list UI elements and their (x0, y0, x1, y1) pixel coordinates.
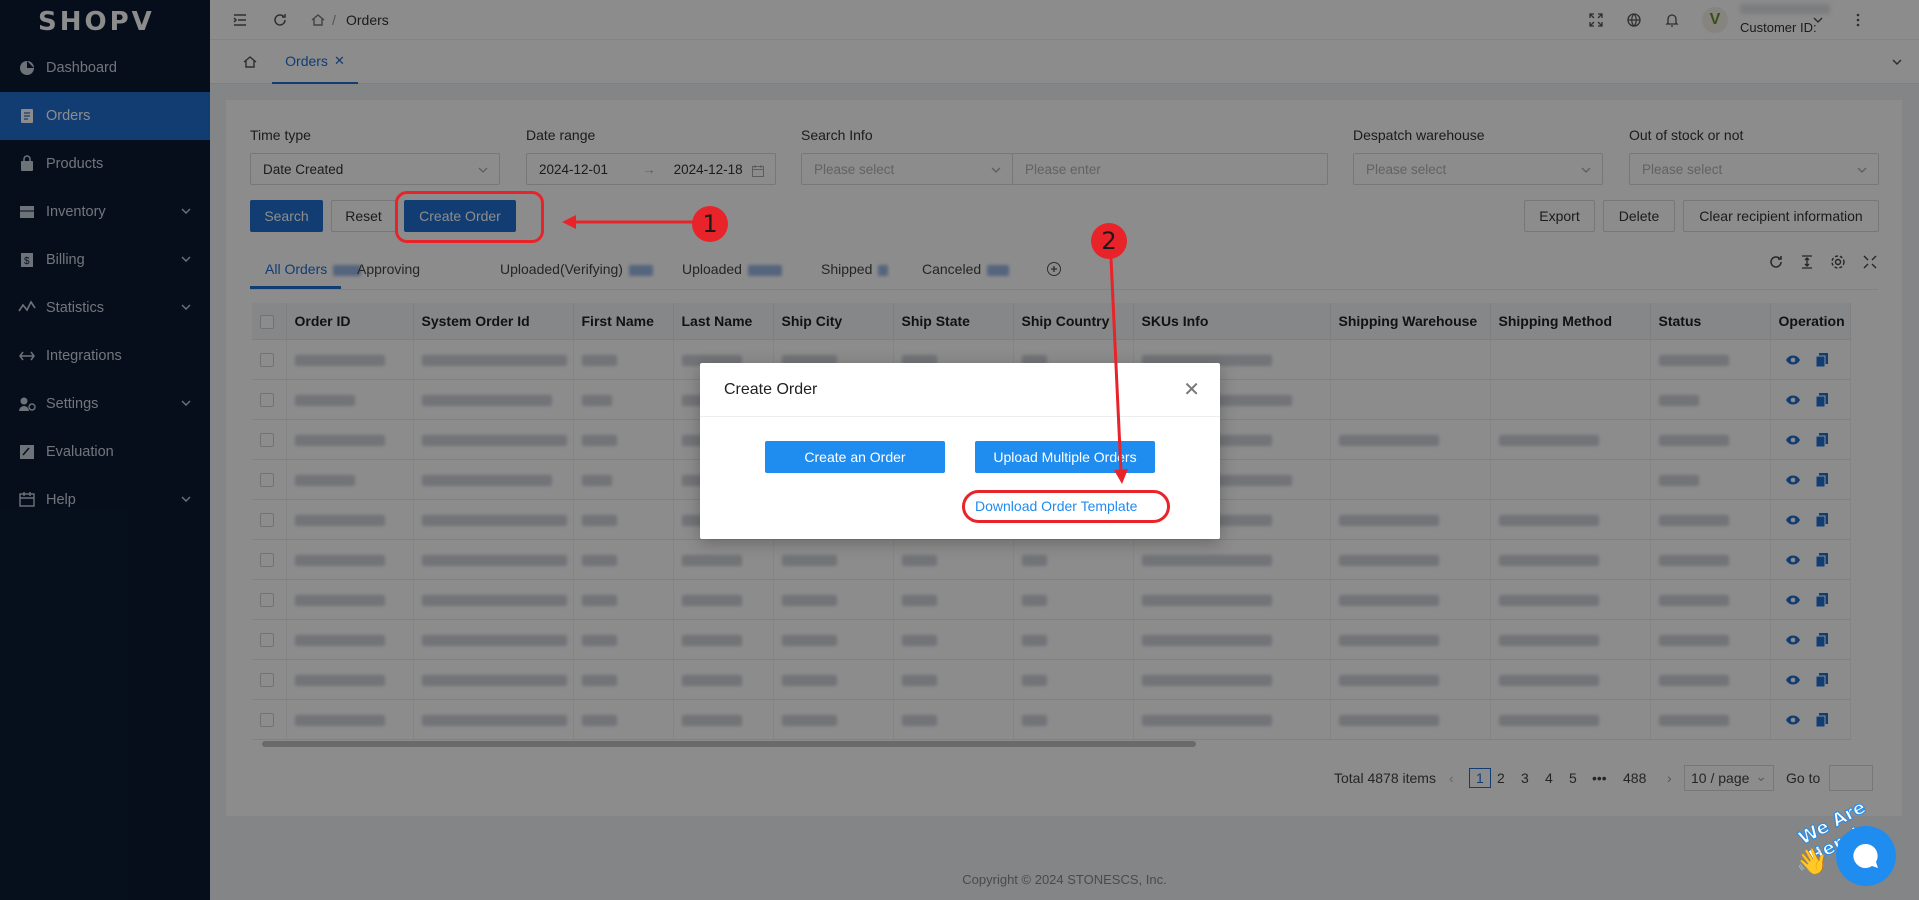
annotation-highlight-create-order (395, 191, 544, 243)
upload-multiple-orders-button[interactable]: Upload Multiple Orders (975, 441, 1155, 473)
modal-title: Create Order (724, 380, 818, 398)
modal-header: Create Order (700, 363, 1220, 417)
chat-button[interactable] (1836, 826, 1896, 886)
close-icon[interactable]: ✕ (1183, 377, 1200, 402)
annotation-arrow-2-icon (1109, 258, 1128, 484)
annotation-highlight-download-template (962, 490, 1170, 523)
create-an-order-button[interactable]: Create an Order (765, 441, 945, 473)
waving-hand-icon: 👋 (1796, 846, 1829, 876)
annotation-badge-1: 1 (692, 206, 728, 242)
annotation-badge-2: 2 (1091, 223, 1127, 259)
annotation-arrow-1-icon (562, 215, 700, 229)
chat-bubble-icon (1853, 843, 1878, 868)
